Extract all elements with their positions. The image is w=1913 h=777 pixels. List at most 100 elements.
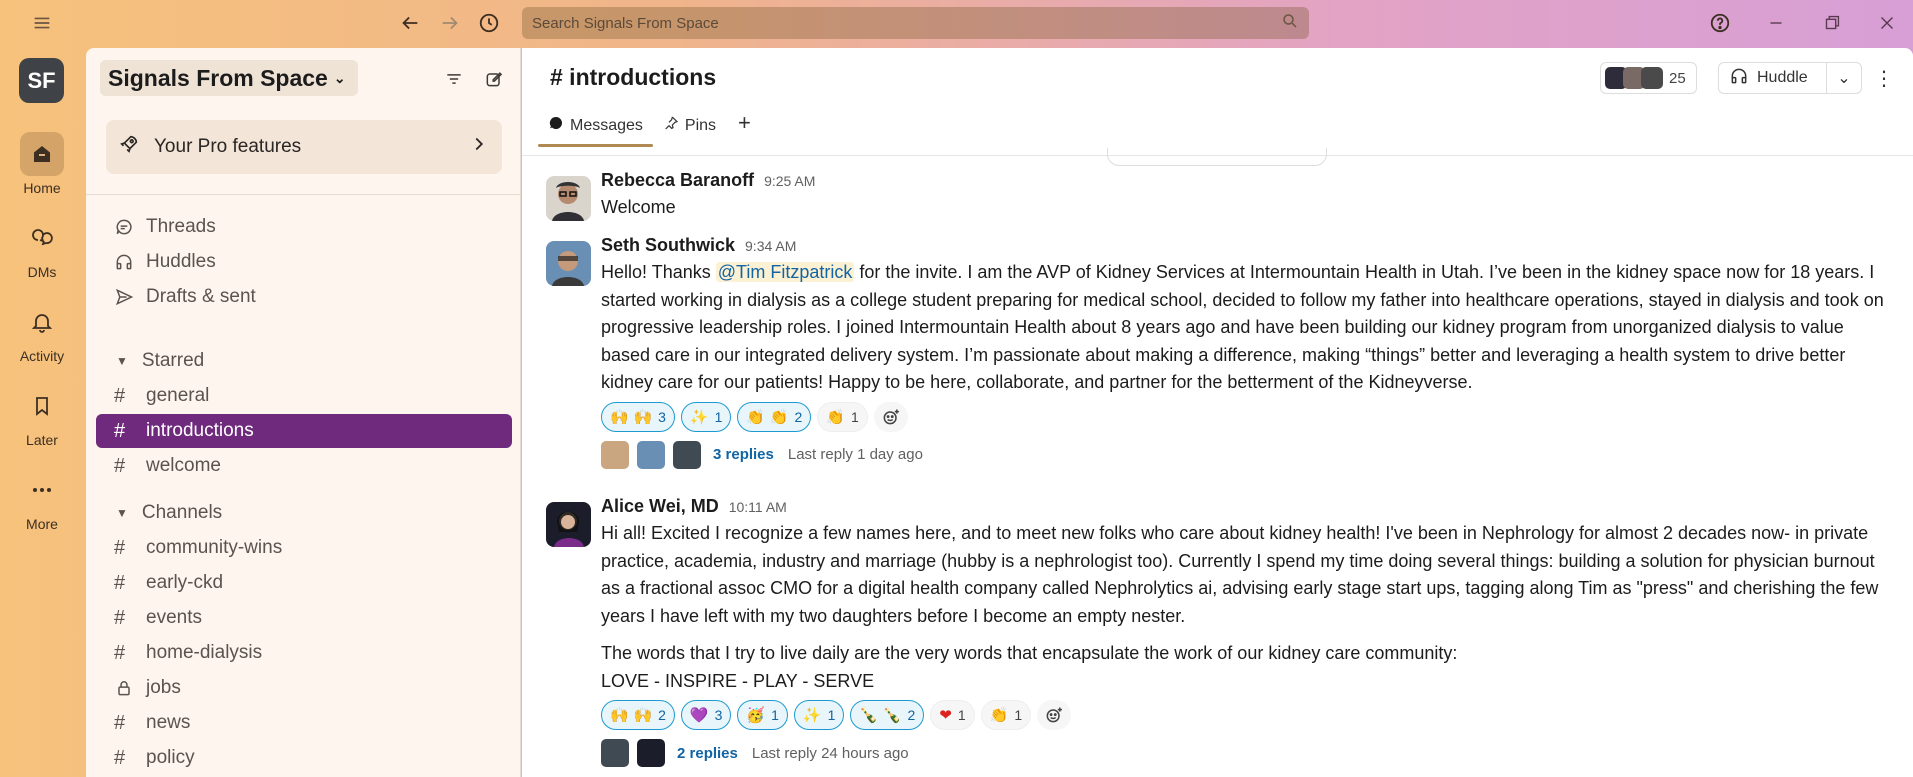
thread-summary[interactable]: 3 replies Last reply 1 day ago <box>601 440 1896 470</box>
forward-arrow-icon[interactable] <box>436 9 464 37</box>
avatar[interactable] <box>546 502 591 547</box>
hash-icon: # <box>114 536 126 559</box>
channel-title[interactable]: # introductions <box>550 64 716 91</box>
huddle-button[interactable]: Huddle ⌄ <box>1718 62 1862 94</box>
sidebar-item-news[interactable]: # news <box>96 706 512 740</box>
hash-icon: # <box>114 571 126 594</box>
user-mention[interactable]: @Tim Fitzpatrick <box>715 262 855 282</box>
sidebar-item-policy[interactable]: # policy <box>96 741 512 775</box>
hash-icon: # <box>114 454 126 477</box>
chevron-down-icon[interactable]: ⌄ <box>1827 68 1861 88</box>
restore-icon[interactable] <box>1818 9 1846 37</box>
filter-icon[interactable] <box>439 64 469 94</box>
reaction-chip[interactable]: 👏 1 <box>980 700 1032 730</box>
reaction-chip[interactable]: 🙌 🙌 2 <box>601 700 675 730</box>
compose-icon[interactable] <box>479 64 509 94</box>
message-timestamp[interactable]: 10:11 AM <box>729 499 787 515</box>
avatar <box>637 739 665 767</box>
rail-item-later[interactable]: Later <box>0 384 84 448</box>
clap-icon: 👏 <box>826 407 846 426</box>
sidebar-item-jobs[interactable]: jobs <box>96 671 512 705</box>
message-timestamp[interactable]: 9:34 AM <box>745 238 796 254</box>
message-timestamp[interactable]: 9:25 AM <box>764 173 815 189</box>
threads-icon <box>114 217 138 237</box>
headphones-icon <box>1729 66 1749 91</box>
title-bar: Search Signals From Space <box>0 0 1913 46</box>
reaction-count: 1 <box>827 707 836 723</box>
reaction-count: 2 <box>794 408 803 425</box>
channel-name: events <box>146 607 202 628</box>
add-reaction-icon[interactable] <box>873 401 908 432</box>
date-divider-pill[interactable] <box>1107 148 1327 166</box>
reaction-chip[interactable]: 🥳 1 <box>737 700 788 730</box>
sidebar-item-general[interactable]: # general <box>96 379 512 413</box>
reaction-chip[interactable]: ✨ 1 <box>680 401 732 432</box>
sidebar-item-welcome[interactable]: # welcome <box>96 449 512 483</box>
rail-item-more[interactable]: More <box>0 468 84 532</box>
hash-icon: # <box>114 606 126 629</box>
lock-icon <box>114 678 138 698</box>
members-button[interactable]: 25 <box>1600 62 1697 94</box>
member-count: 25 <box>1669 69 1686 87</box>
reaction-count: 2 <box>658 707 666 723</box>
add-tab-icon[interactable]: + <box>726 110 763 146</box>
rail-item-activity[interactable]: Activity <box>0 300 84 364</box>
message-author[interactable]: Rebecca Baranoff <box>601 170 754 191</box>
workspace-avatar[interactable]: SF <box>19 58 64 103</box>
search-input[interactable]: Search Signals From Space <box>522 7 1309 39</box>
rail-item-home[interactable]: Home <box>0 132 84 196</box>
sidebar-item-events[interactable]: # events <box>96 601 512 635</box>
message-text: LOVE - INSPIRE - PLAY - SERVE <box>601 670 875 691</box>
kebab-menu-icon[interactable]: ⋮ <box>1870 64 1898 92</box>
avatar[interactable] <box>546 176 591 221</box>
rail-label-later: Later <box>26 432 58 448</box>
reaction-chip[interactable]: ❤ 1 <box>930 700 975 730</box>
sidebar-item-threads[interactable]: Threads <box>96 210 512 244</box>
reaction-chip[interactable]: 💜 3 <box>680 700 732 730</box>
sidebar-item-community-wins[interactable]: # community-wins <box>96 531 512 565</box>
message-author[interactable]: Seth Southwick <box>601 235 735 256</box>
sidebar-item-drafts[interactable]: Drafts & sent <box>96 280 512 314</box>
minimize-icon[interactable] <box>1762 9 1790 37</box>
sidebar-item-home-dialysis[interactable]: # home-dialysis <box>96 636 512 670</box>
add-reaction-icon[interactable] <box>1037 700 1072 730</box>
message-text: Welcome <box>601 197 676 217</box>
reaction-chip[interactable]: ✨ 1 <box>793 700 845 730</box>
hash-icon: # <box>114 419 126 442</box>
back-arrow-icon[interactable] <box>396 9 424 37</box>
sidebar-item-huddles[interactable]: Huddles <box>96 245 512 279</box>
close-icon[interactable] <box>1873 9 1901 37</box>
thread-summary[interactable]: 2 replies Last reply 24 hours ago <box>601 738 1896 768</box>
sidebar-item-introductions[interactable]: # introductions <box>96 414 512 448</box>
sidebar-item-early-ckd[interactable]: # early-ckd <box>96 566 512 600</box>
caret-down-icon: ▼ <box>116 354 128 368</box>
tab-messages[interactable]: Messages <box>538 115 653 147</box>
rail-item-dms[interactable]: DMs <box>0 216 84 280</box>
pro-features-card[interactable]: Your Pro features <box>106 120 502 174</box>
reaction-chip[interactable]: 👏 👏 2 <box>737 401 812 432</box>
history-clock-icon[interactable] <box>475 9 503 37</box>
channel-name: policy <box>146 747 195 768</box>
avatar[interactable] <box>546 241 591 286</box>
tab-pins[interactable]: Pins <box>653 115 726 146</box>
more-icon <box>20 468 64 512</box>
reaction-chip[interactable]: 🍾 🍾 2 <box>850 700 925 730</box>
chevron-right-icon <box>468 133 490 161</box>
section-starred[interactable]: ▼ Starred <box>96 346 204 376</box>
help-icon[interactable] <box>1706 9 1734 37</box>
reply-count-link[interactable]: 3 replies <box>713 446 774 463</box>
reaction-count: 2 <box>907 707 916 723</box>
message-author[interactable]: Alice Wei, MD <box>601 496 719 517</box>
reaction-chip[interactable]: 🙌 🙌 3 <box>601 401 675 432</box>
reply-count-link[interactable]: 2 replies <box>677 745 738 762</box>
raised-hands-icon: 🙌 🙌 <box>610 407 653 426</box>
message-bubble-icon <box>548 115 564 136</box>
avatar <box>601 739 629 767</box>
dms-icon <box>20 216 64 260</box>
rail-label-home: Home <box>23 180 61 196</box>
reaction-count: 1 <box>851 408 859 425</box>
reaction-chip[interactable]: 👏 1 <box>817 401 868 432</box>
section-channels[interactable]: ▼ Channels <box>96 498 222 528</box>
workspace-switcher[interactable]: Signals From Space ⌄ <box>100 60 358 96</box>
hamburger-menu-icon[interactable] <box>28 9 56 37</box>
